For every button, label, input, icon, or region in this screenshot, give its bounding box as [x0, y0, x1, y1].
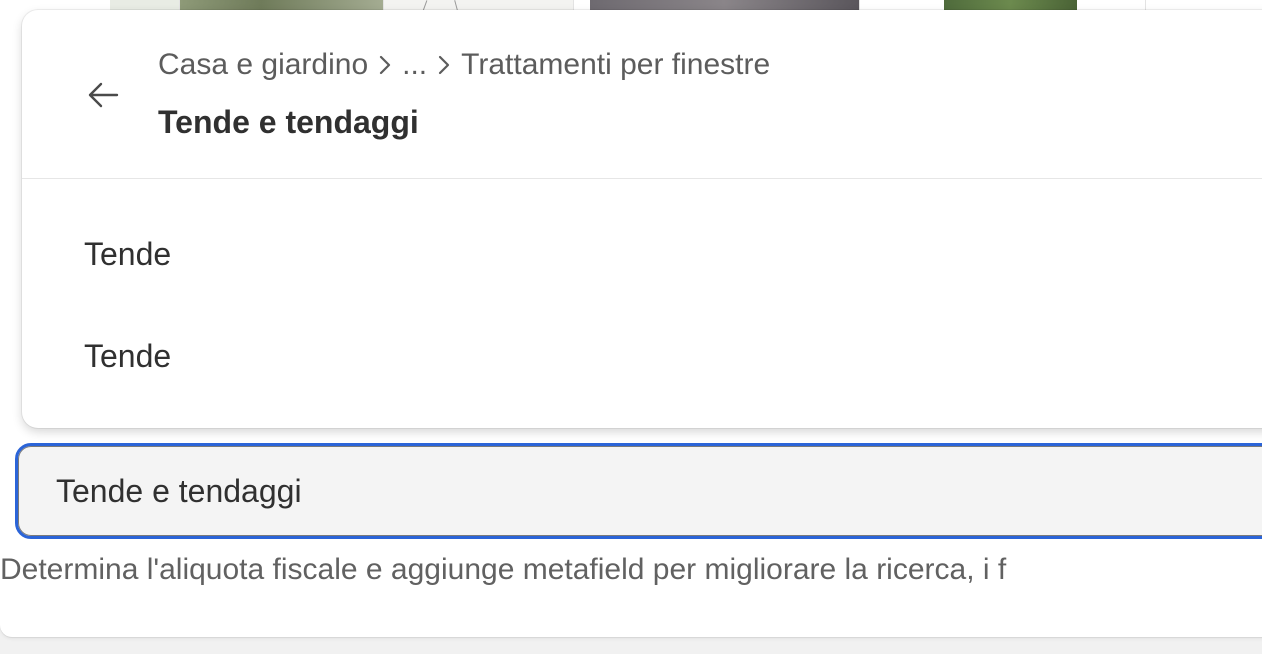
product-category-section: Casa e giardino ... Trattamenti per fine… — [0, 0, 1262, 654]
arrow-left-icon — [86, 80, 120, 115]
category-input[interactable]: Tende e tendaggi — [15, 443, 1262, 539]
back-button[interactable] — [78, 72, 128, 122]
breadcrumb-ellipsis[interactable]: ... — [402, 48, 427, 82]
category-browser-header: Casa e giardino ... Trattamenti per fine… — [22, 10, 1262, 179]
chevron-right-icon — [368, 54, 402, 76]
breadcrumb-item-root[interactable]: Casa e giardino — [158, 48, 368, 82]
category-option[interactable]: Tende — [22, 305, 1262, 407]
category-help-text: Determina l'aliquota fiscale e aggiunge … — [0, 553, 1007, 586]
breadcrumb: Casa e giardino ... Trattamenti per fine… — [158, 48, 770, 82]
chevron-right-icon — [427, 54, 461, 76]
breadcrumb-item-parent[interactable]: Trattamenti per finestre — [461, 48, 770, 82]
category-option[interactable]: Tende — [22, 203, 1262, 305]
category-option-list: Tende Tende — [22, 203, 1262, 407]
current-category-title: Tende e tendaggi — [158, 104, 419, 140]
category-browser-popover: Casa e giardino ... Trattamenti per fine… — [22, 10, 1262, 428]
